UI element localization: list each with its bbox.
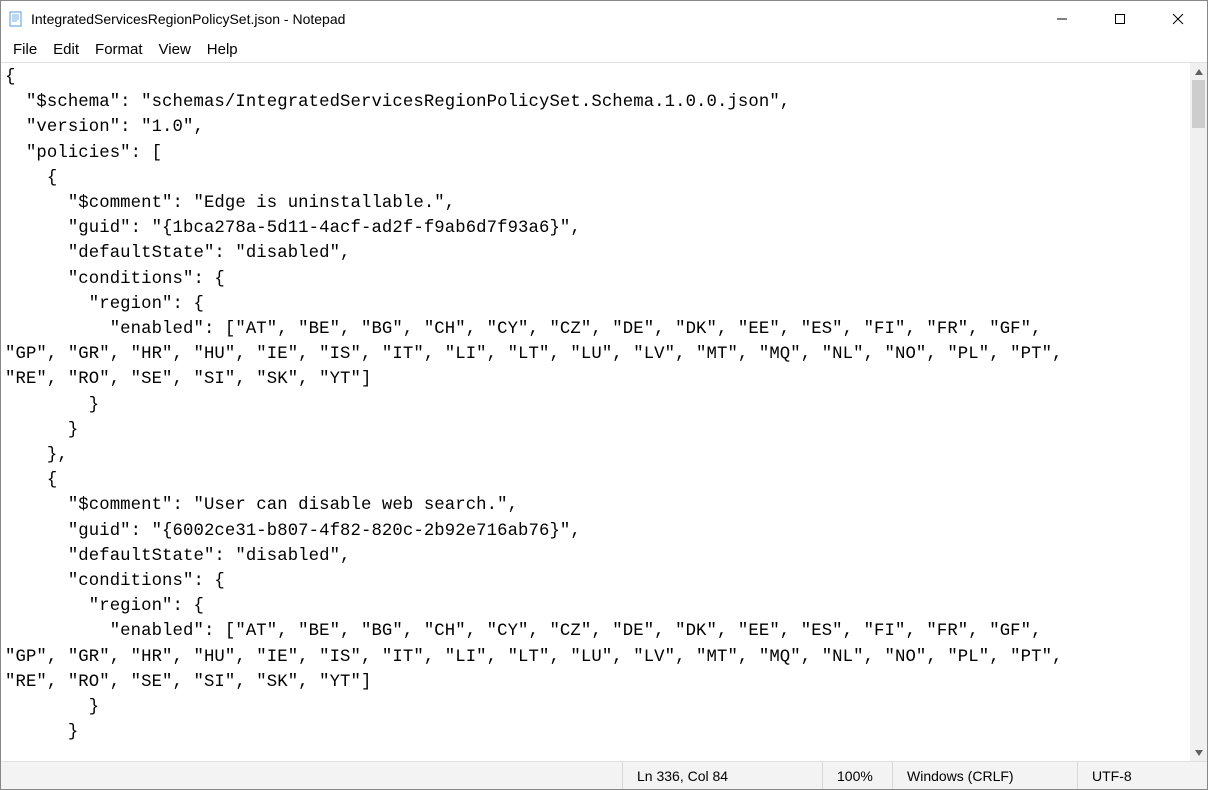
menu-file[interactable]: File [5, 39, 45, 60]
window-controls [1033, 1, 1207, 37]
menu-edit[interactable]: Edit [45, 39, 87, 60]
maximize-button[interactable] [1091, 1, 1149, 37]
notepad-icon [7, 10, 25, 28]
scroll-down-arrow[interactable] [1190, 744, 1207, 761]
titlebar: IntegratedServicesRegionPolicySet.json -… [1, 1, 1207, 37]
close-button[interactable] [1149, 1, 1207, 37]
menu-format[interactable]: Format [87, 39, 151, 60]
status-line-ending: Windows (CRLF) [892, 762, 1077, 789]
menu-view[interactable]: View [151, 39, 199, 60]
status-zoom: 100% [822, 762, 892, 789]
window-title: IntegratedServicesRegionPolicySet.json -… [31, 11, 1033, 27]
vertical-scrollbar[interactable] [1190, 63, 1207, 761]
status-encoding: UTF-8 [1077, 762, 1207, 789]
scroll-track[interactable] [1190, 80, 1207, 744]
scroll-thumb[interactable] [1192, 80, 1205, 128]
editor-wrapper: { "$schema": "schemas/IntegratedServices… [1, 63, 1207, 761]
status-position: Ln 336, Col 84 [622, 762, 822, 789]
scroll-up-arrow[interactable] [1190, 63, 1207, 80]
menubar: File Edit Format View Help [1, 37, 1207, 63]
statusbar: Ln 336, Col 84 100% Windows (CRLF) UTF-8 [1, 761, 1207, 789]
menu-help[interactable]: Help [199, 39, 246, 60]
minimize-button[interactable] [1033, 1, 1091, 37]
text-editor[interactable]: { "$schema": "schemas/IntegratedServices… [1, 63, 1190, 761]
